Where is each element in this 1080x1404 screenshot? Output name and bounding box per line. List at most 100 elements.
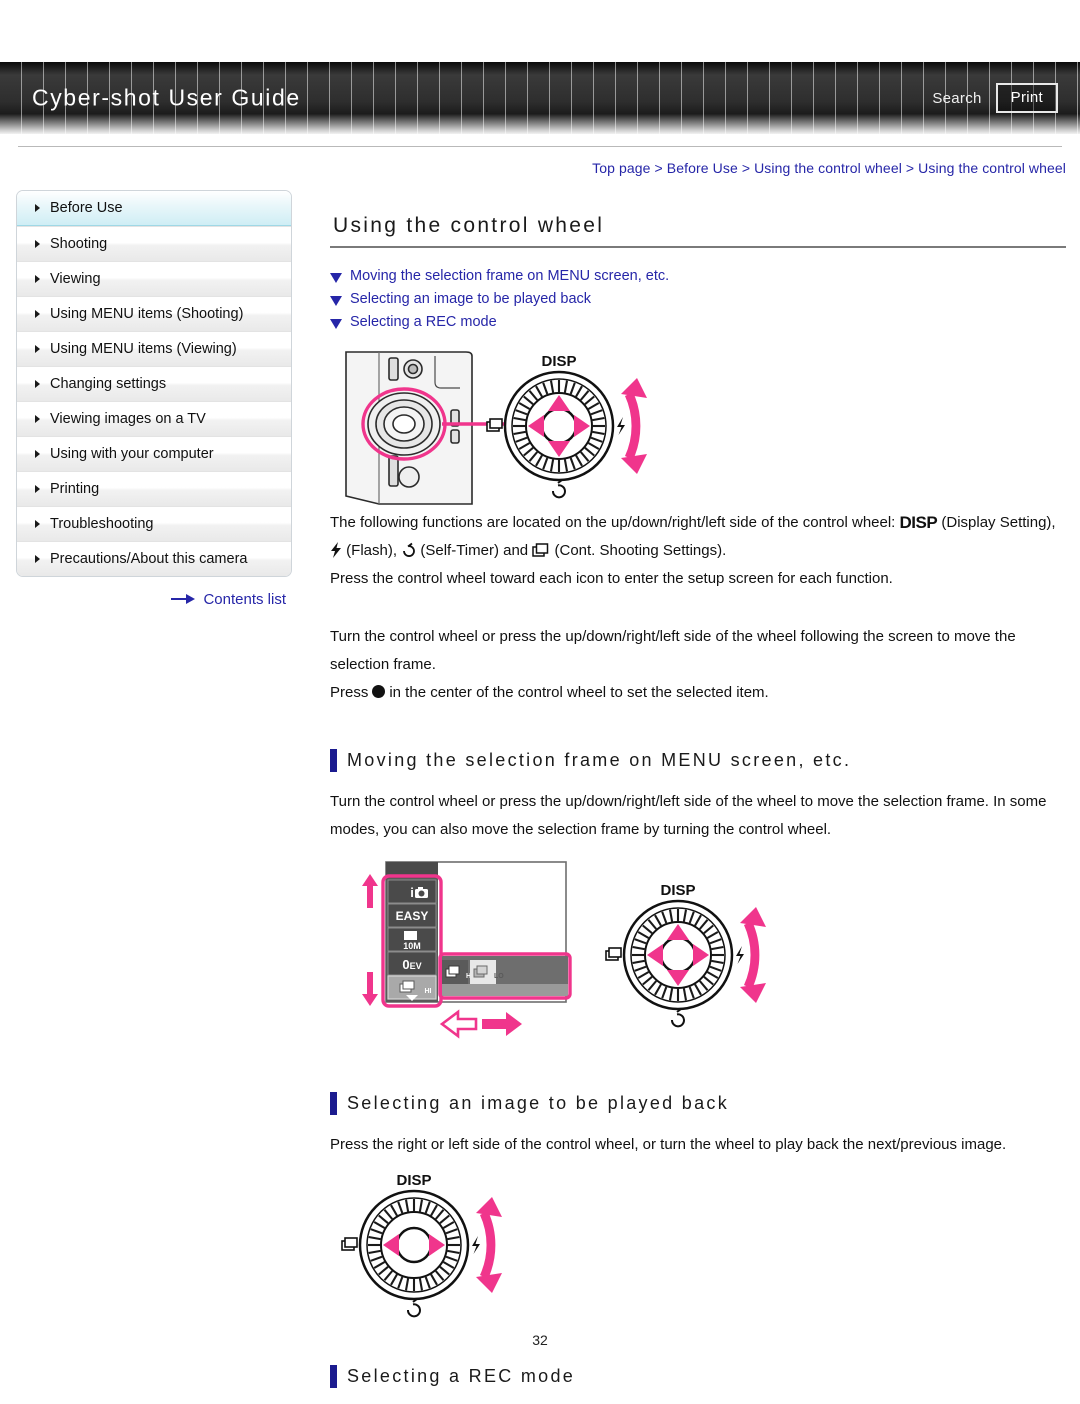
triangle-bullet-icon	[35, 275, 40, 283]
sidebar-item-viewing[interactable]: Viewing	[17, 261, 291, 296]
intro-line1e: (Cont. Shooting Settings).	[550, 542, 727, 559]
sidebar-item-troubleshooting[interactable]: Troubleshooting	[17, 506, 291, 541]
self-timer-icon	[670, 1008, 685, 1028]
playback-wheel-diagram: DISP	[341, 1172, 502, 1318]
contents-list-link[interactable]: Contents list	[16, 591, 292, 608]
jump-link-selecting-rec-mode[interactable]: Selecting a REC mode	[330, 314, 1066, 330]
jump-link-moving-selection-frame[interactable]: Moving the selection frame on MENU scree…	[330, 268, 1066, 284]
svg-text:10M: 10M	[403, 941, 421, 951]
sidebar-nav-list: Before Use Shooting Viewing Using MENU i…	[16, 190, 292, 577]
mode-icon-column: i EASY 10M 0EV HI	[386, 878, 438, 1002]
menu-navigation-diagram: i EASY 10M 0EV HI HI LO DISP	[362, 861, 766, 1039]
sidebar-item-before-use[interactable]: Before Use	[17, 191, 291, 226]
flash-icon	[736, 946, 744, 964]
triangle-bullet-icon	[35, 520, 40, 528]
sidebar-item-label: Changing settings	[50, 376, 167, 392]
title-underline	[330, 246, 1066, 248]
center-button-icon	[372, 685, 386, 698]
page-number: 32	[532, 1332, 548, 1348]
sidebar-item-label: Before Use	[50, 200, 123, 216]
jump-link-list: Moving the selection frame on MENU scree…	[330, 268, 1066, 330]
sidebar-item-using-menu-shooting[interactable]: Using MENU items (Shooting)	[17, 296, 291, 331]
sidebar-item-label: Shooting	[50, 236, 108, 252]
section-body-1: Turn the control wheel or press the up/d…	[330, 793, 1047, 838]
header-actions: Search Print	[932, 83, 1058, 113]
print-button[interactable]: Print	[995, 83, 1058, 113]
vertical-move-arrows	[362, 874, 378, 1006]
figure-menu-screen-and-wheel: i EASY 10M 0EV HI HI LO DISP	[358, 860, 1066, 1050]
sidebar-item-label: Viewing	[50, 271, 101, 287]
sidebar-item-printing[interactable]: Printing	[17, 471, 291, 506]
header-divider	[18, 146, 1062, 147]
section-heading-selecting-rec-mode: Selecting a REC mode	[330, 1365, 1066, 1388]
self-timer-icon	[551, 479, 566, 499]
cont-shooting-icon	[605, 947, 622, 961]
triangle-bullet-icon	[35, 310, 40, 318]
section-body-2: Press the right or left side of the cont…	[330, 1136, 1007, 1153]
intro-paragraph-1: The following functions are located on t…	[330, 509, 1066, 593]
sidebar-item-viewing-images-on-tv[interactable]: Viewing images on a TV	[17, 401, 291, 436]
intro-line2: Press the control wheel toward each icon…	[330, 570, 893, 587]
sidebar-item-changing-settings[interactable]: Changing settings	[17, 366, 291, 401]
sidebar-item-precautions[interactable]: Precautions/About this camera	[17, 541, 291, 576]
caret-down-icon	[330, 273, 342, 283]
triangle-bullet-icon	[35, 450, 40, 458]
search-button[interactable]: Search	[932, 90, 981, 107]
option-bar: HI LO	[442, 956, 568, 996]
section-heading-moving-selection-frame: Moving the selection frame on MENU scree…	[330, 749, 1066, 772]
cont-shooting-icon	[486, 418, 503, 432]
intro-paragraph-2: Turn the control wheel or press the up/d…	[330, 623, 1066, 707]
sidebar-item-using-menu-viewing[interactable]: Using MENU items (Viewing)	[17, 331, 291, 366]
heading-marker	[330, 1092, 337, 1115]
flash-icon	[472, 1236, 480, 1254]
intro-line1d: (Self-Timer) and	[416, 542, 533, 559]
arrow-right-icon	[171, 594, 197, 605]
jump-link-label: Moving the selection frame on MENU scree…	[350, 268, 670, 284]
triangle-bullet-icon	[35, 485, 40, 493]
disp-inline-icon: DISP	[899, 513, 938, 532]
rotation-arrows	[621, 378, 647, 474]
sidebar: Before Use Shooting Viewing Using MENU i…	[16, 190, 292, 608]
jump-link-selecting-image[interactable]: Selecting an image to be played back	[330, 291, 1066, 307]
intro-line4: Press in the center of the control wheel …	[330, 679, 1066, 707]
triangle-bullet-icon	[35, 204, 40, 212]
disp-label: DISP	[396, 1173, 431, 1189]
section-title: Moving the selection frame on MENU scree…	[347, 750, 852, 770]
sidebar-item-label: Printing	[50, 481, 100, 497]
main-content: Top page > Before Use > Using the contro…	[330, 160, 1066, 1404]
heading-marker	[330, 749, 337, 772]
sidebar-item-using-with-your-computer[interactable]: Using with your computer	[17, 436, 291, 471]
breadcrumb[interactable]: Top page > Before Use > Using the contro…	[330, 160, 1066, 176]
intro-line1b: (Display Setting),	[937, 514, 1056, 531]
svg-text:EASY: EASY	[396, 909, 429, 923]
sidebar-item-shooting[interactable]: Shooting	[17, 226, 291, 261]
intro-line1a: The following functions are located on t…	[330, 514, 900, 531]
horizontal-move-arrows	[439, 1009, 522, 1039]
section-title: Selecting a REC mode	[347, 1366, 576, 1386]
jump-link-label: Selecting an image to be played back	[350, 291, 592, 307]
sidebar-item-label: Using with your computer	[50, 446, 214, 462]
figure-playback-wheel: DISP	[336, 1172, 1066, 1323]
page-title: Using the control wheel	[333, 214, 605, 237]
cont-shooting-inline-icon	[532, 542, 550, 558]
contents-list-label: Contents list	[203, 591, 286, 608]
triangle-bullet-icon	[35, 345, 40, 353]
intro-line3: Turn the control wheel or press the up/d…	[330, 628, 1016, 673]
disp-label: DISP	[660, 882, 695, 899]
self-timer-inline-icon	[401, 542, 416, 558]
svg-text:i: i	[410, 885, 414, 900]
sidebar-item-label: Using MENU items (Shooting)	[50, 306, 244, 322]
app-title: Cyber-shot User Guide	[32, 84, 301, 111]
self-timer-icon	[406, 1298, 421, 1318]
caret-down-icon	[330, 296, 342, 306]
triangle-bullet-icon	[35, 555, 40, 563]
triangle-bullet-icon	[35, 240, 40, 248]
figure-camera-control-wheel: DISP	[334, 344, 1066, 509]
triangle-bullet-icon	[35, 380, 40, 388]
heading-marker	[330, 1365, 337, 1388]
svg-text:LO: LO	[494, 973, 504, 980]
sidebar-item-label: Precautions/About this camera	[50, 551, 248, 567]
intro-text: The following functions are located on t…	[330, 509, 1066, 565]
svg-text:HI: HI	[425, 988, 432, 995]
disp-label: DISP	[541, 353, 576, 370]
